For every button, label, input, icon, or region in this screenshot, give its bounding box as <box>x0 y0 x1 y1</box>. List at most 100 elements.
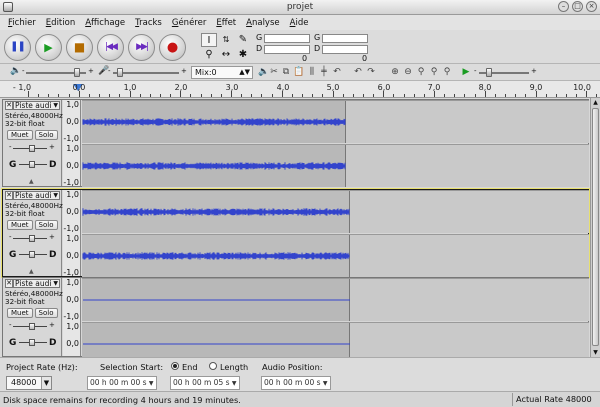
left-channel-waveform[interactable] <box>82 190 589 233</box>
close-track-icon[interactable]: ✕ <box>5 101 13 110</box>
selection-end-field[interactable]: 00 h 00 m 05 s ▼ <box>170 376 240 390</box>
zoom-toggle-icon[interactable]: ⚲ <box>441 66 453 78</box>
solo-button[interactable]: Solo <box>34 308 58 318</box>
track-name-dropdown[interactable]: Piste audi ▼ <box>13 279 60 288</box>
pan-slider[interactable]: G D <box>9 338 57 348</box>
zoom-in-icon[interactable]: ⊕ <box>389 66 401 78</box>
left-channel-waveform[interactable] <box>82 278 589 321</box>
pan-thumb[interactable] <box>29 251 35 258</box>
gain-slider[interactable]: - + <box>9 143 55 152</box>
stop-button[interactable]: ■ <box>66 33 93 61</box>
paste-icon[interactable]: 📋 <box>293 66 305 78</box>
menu-effet[interactable]: Effet <box>211 18 241 28</box>
track-control-panel: ✕ Piste audi ▼ Stéréo,48000Hz 32-bit floa… <box>3 278 63 356</box>
menu-affichage[interactable]: Affichage <box>80 18 130 28</box>
collapse-track-icon[interactable]: ▲ <box>29 268 34 275</box>
pan-slider[interactable]: G D <box>9 160 57 170</box>
length-radio[interactable] <box>209 362 217 370</box>
right-channel-waveform[interactable] <box>82 144 589 187</box>
menu-analyse[interactable]: Analyse <box>241 18 284 28</box>
collapse-track-icon[interactable]: ▲ <box>29 178 34 185</box>
pan-thumb[interactable] <box>29 161 35 168</box>
mixer-edit-toolbar: 🔈 - + 🎤 - + Mix:0 ▲▼ 🔈 ✂ ⧉ 📋 ⫼ ╪ ↶ ↶ ↷ ⊕… <box>0 64 600 81</box>
menu-tracks[interactable]: Tracks <box>130 18 167 28</box>
record-button[interactable]: ● <box>159 33 186 61</box>
close-icon[interactable]: × <box>586 1 597 12</box>
vertical-scrollbar[interactable]: ▲ ▼ <box>590 98 600 357</box>
menu-edition[interactable]: Edition <box>41 18 80 28</box>
gain-thumb[interactable] <box>29 145 35 152</box>
redo-icon[interactable]: ↷ <box>365 66 377 78</box>
mute-button[interactable]: Muet <box>7 308 33 318</box>
end-radio[interactable] <box>171 362 179 370</box>
selection-tool-icon[interactable]: I <box>201 33 217 47</box>
timeline-ruler[interactable]: - 1,0 0,0 1,0 2,0 3,0 4,0 5,0 6,0 7,0 8,… <box>0 81 600 98</box>
track-name-dropdown[interactable]: Piste audi ▼ <box>13 191 60 200</box>
waveform <box>83 343 350 345</box>
rec-meter-right[interactable] <box>322 45 368 54</box>
zoom-tool-icon[interactable]: ⚲ <box>201 48 217 62</box>
draw-tool-icon[interactable]: ✎ <box>235 33 251 47</box>
scroll-down-icon[interactable]: ▼ <box>591 348 600 357</box>
ruler-tick <box>241 94 243 97</box>
play-speed-thumb[interactable] <box>486 68 492 77</box>
mute-button[interactable]: Muet <box>7 220 33 230</box>
ruler-tick <box>170 94 172 97</box>
zoom-out-icon[interactable]: ⊖ <box>402 66 414 78</box>
skip-to-end-button[interactable]: ▶▶| <box>128 33 155 61</box>
recording-volume-thumb[interactable] <box>117 68 123 77</box>
menu-fichier[interactable]: Fichier <box>3 18 41 28</box>
mute-button[interactable]: Muet <box>7 130 33 140</box>
ruler-tick <box>555 94 557 97</box>
copy-icon[interactable]: ⧉ <box>280 66 292 78</box>
audio-track[interactable]: ✕ Piste audi ▼ Stéréo,48000Hz 32-bit floa… <box>2 277 589 358</box>
right-channel-waveform[interactable] <box>82 322 589 358</box>
play-meter-right[interactable] <box>264 45 310 54</box>
skip-to-start-button[interactable]: |◀◀ <box>97 33 124 61</box>
cut-icon[interactable]: ✂ <box>268 66 280 78</box>
scroll-up-icon[interactable]: ▲ <box>591 98 600 107</box>
project-rate-select[interactable]: 48000 ▼ <box>6 376 52 390</box>
audio-track[interactable]: ✕ Piste audi ▼ Stéréo,48000Hz 32-bit floa… <box>2 99 589 187</box>
gain-thumb[interactable] <box>29 235 35 242</box>
solo-button[interactable]: Solo <box>34 220 58 230</box>
gain-slider[interactable]: - + <box>9 321 55 330</box>
audio-position-value: 00 h 00 m 00 s <box>264 378 321 387</box>
menu-aide[interactable]: Aide <box>285 18 314 28</box>
audio-position-field[interactable]: 00 h 00 m 00 s ▼ <box>261 376 331 390</box>
maximize-icon[interactable]: □ <box>572 1 583 12</box>
tools-toolbar: I ⇅ ✎ ⚲ ↔ ✱ <box>201 33 253 63</box>
menu-generer[interactable]: Générer <box>167 18 211 28</box>
audio-track[interactable]: ✕ Piste audi ▼ Stéréo,48000Hz 32-bit floa… <box>1 188 590 278</box>
timeshift-tool-icon[interactable]: ↔ <box>218 48 234 62</box>
fit-selection-icon[interactable]: ⚲ <box>415 66 427 78</box>
close-track-icon[interactable]: ✕ <box>5 191 13 200</box>
play-at-speed-icon[interactable]: ▶ <box>460 66 472 78</box>
fit-project-icon[interactable]: ⚲ <box>428 66 440 78</box>
trim-icon[interactable]: ⫼ <box>306 66 318 78</box>
minimize-icon[interactable]: – <box>558 1 569 12</box>
scale-label: 1,0 <box>66 190 79 199</box>
selection-start-field[interactable]: 00 h 00 m 00 s ▼ <box>87 376 157 390</box>
track-name-dropdown[interactable]: Piste audi ▼ <box>13 101 60 110</box>
input-source-select[interactable]: Mix:0 ▲▼ <box>191 66 253 79</box>
pan-thumb[interactable] <box>29 339 35 346</box>
silence-icon[interactable]: ╪ <box>318 66 330 78</box>
envelope-tool-icon[interactable]: ⇅ <box>218 33 234 47</box>
gain-thumb[interactable] <box>29 323 35 330</box>
play-meter-left[interactable] <box>264 34 310 43</box>
undo-icon[interactable]: ↶ <box>331 66 343 78</box>
multi-tool-icon[interactable]: ✱ <box>235 48 251 62</box>
scrollbar-thumb[interactable] <box>592 108 599 346</box>
playback-volume-thumb[interactable] <box>74 68 80 77</box>
solo-button[interactable]: Solo <box>34 130 58 140</box>
left-channel-waveform[interactable] <box>82 100 589 143</box>
pan-slider[interactable]: G D <box>9 250 57 260</box>
close-track-icon[interactable]: ✕ <box>5 279 13 288</box>
right-channel-waveform[interactable] <box>82 234 589 277</box>
gain-slider[interactable]: - + <box>9 233 55 242</box>
play-button[interactable]: ▶ <box>35 33 62 61</box>
rec-meter-left[interactable] <box>322 34 368 43</box>
pause-button[interactable]: ❚❚ <box>4 33 31 61</box>
undo-history-icon[interactable]: ↶ <box>352 66 364 78</box>
